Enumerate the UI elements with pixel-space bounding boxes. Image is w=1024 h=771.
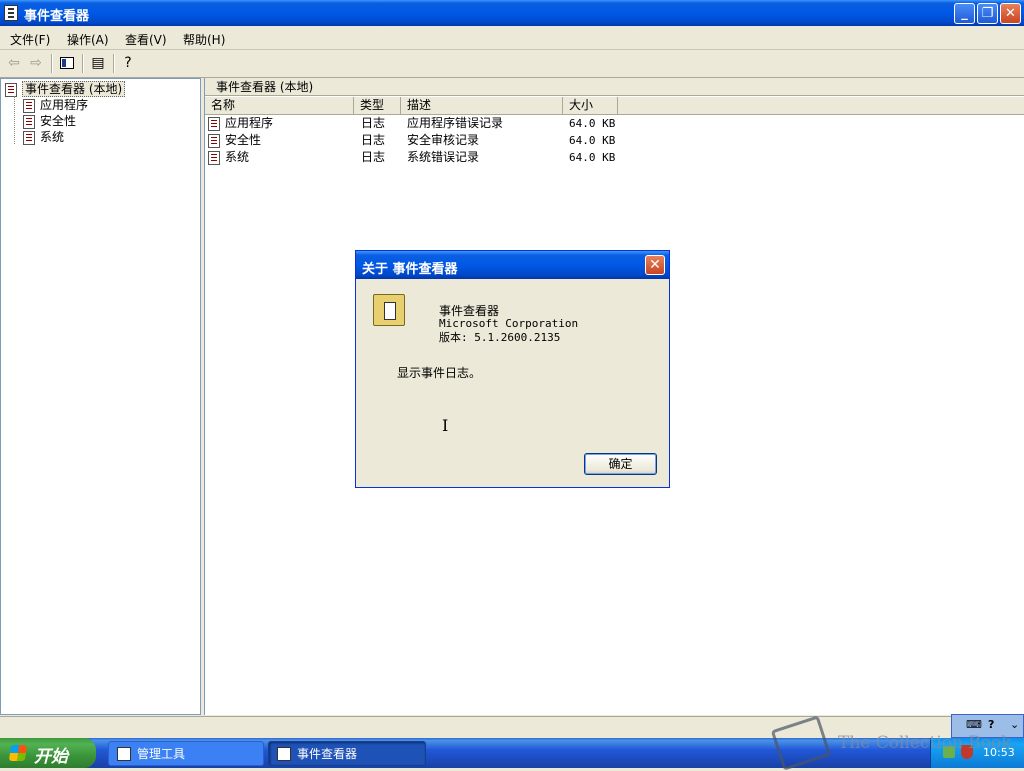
column-header-size[interactable]: 大小 [563, 97, 618, 114]
dialog-close-button[interactable]: ✕ [645, 255, 665, 275]
column-header-name[interactable]: 名称 [205, 97, 354, 114]
forward-arrow-icon[interactable]: ⇨ [26, 54, 46, 73]
show-hide-tree-icon[interactable] [57, 54, 77, 73]
toolbar-separator [82, 54, 84, 73]
row-name: 系统 [225, 150, 250, 164]
toolbar-separator [113, 54, 115, 73]
keyboard-icon[interactable]: ⌨ [966, 718, 982, 731]
task-label: 管理工具 [137, 747, 186, 761]
menu-file[interactable]: 文件(F) [10, 31, 50, 48]
task-label: 事件查看器 [297, 747, 358, 761]
row-type: 日志 [361, 133, 386, 147]
text-cursor-icon: I [442, 416, 449, 435]
row-type: 日志 [361, 150, 386, 164]
dialog-title: 关于 事件查看器 [362, 262, 458, 277]
row-description: 应用程序错误记录 [407, 116, 504, 130]
tree-item-application[interactable]: 应用程序 [23, 97, 88, 113]
log-icon [208, 133, 220, 148]
taskbar-item-event-viewer[interactable]: 事件查看器 [268, 741, 426, 766]
log-icon [23, 98, 35, 113]
column-header-type[interactable]: 类型 [354, 97, 401, 114]
row-size: 64.0 KB [569, 117, 616, 130]
row-size: 64.0 KB [569, 151, 616, 164]
windows-logo-icon [8, 745, 28, 761]
tree-root-event-viewer[interactable]: 事件查看器 (本地) [5, 81, 126, 97]
row-name: 安全性 [225, 133, 262, 147]
chevron-down-icon[interactable]: ⌄ [1010, 718, 1019, 731]
menu-bar: 文件(F) 操作(A) 查看(V) 帮助(H) [0, 27, 1024, 50]
about-dialog: 关于 事件查看器 ✕ 事件查看器 Microsoft Corporation 版… [355, 250, 670, 488]
log-icon [23, 114, 35, 129]
table-row[interactable]: 应用程序 日志 应用程序错误记录 64.0 KB [205, 115, 1024, 132]
dialog-description: 显示事件日志。 [397, 366, 482, 380]
dialog-title-bar[interactable]: 关于 事件查看器 ✕ [356, 251, 669, 279]
event-viewer-icon [4, 5, 18, 21]
computer-log-icon [5, 82, 17, 97]
tree-root-label: 事件查看器 (本地) [22, 81, 126, 97]
row-size: 64.0 KB [569, 134, 616, 147]
table-row[interactable]: 安全性 日志 安全审核记录 64.0 KB [205, 132, 1024, 149]
start-label: 开始 [34, 747, 68, 767]
dialog-body: 事件查看器 Microsoft Corporation 版本: 5.1.2600… [359, 279, 666, 484]
tree-connector [14, 96, 16, 144]
tree-item-label: 系统 [40, 130, 65, 144]
menu-action[interactable]: 操作(A) [67, 31, 109, 48]
column-header-description[interactable]: 描述 [401, 97, 563, 114]
help-icon[interactable]: ? [988, 718, 994, 731]
taskbar-item-admin-tools[interactable]: 管理工具 [108, 741, 264, 766]
log-icon [23, 130, 35, 145]
console-tree: 事件查看器 (本地) 应用程序 安全性 系统 [0, 78, 201, 715]
tree-item-label: 应用程序 [40, 98, 89, 112]
pane-header: 事件查看器 (本地) [205, 78, 1024, 96]
log-icon [208, 116, 220, 131]
restore-button[interactable]: ❐ [977, 3, 998, 24]
tree-item-security[interactable]: 安全性 [23, 113, 76, 129]
row-type: 日志 [361, 116, 386, 130]
tree-item-label: 安全性 [40, 114, 77, 128]
window-title: 事件查看器 [24, 9, 90, 24]
help-icon[interactable]: ? [118, 54, 138, 73]
row-description: 系统错误记录 [407, 150, 480, 164]
window-title-bar[interactable]: 事件查看器 _ ❐ ✕ [0, 0, 1024, 26]
event-viewer-app-icon [373, 294, 405, 326]
export-list-icon[interactable]: ▤ [88, 54, 108, 73]
minimize-button[interactable]: _ [954, 3, 975, 24]
dialog-version: 版本: 5.1.2600.2135 [439, 331, 561, 344]
start-button[interactable]: 开始 [0, 738, 96, 768]
close-button[interactable]: ✕ [1000, 3, 1021, 24]
watermark: The Collection Book [838, 733, 1012, 753]
table-row[interactable]: 系统 日志 系统错误记录 64.0 KB [205, 149, 1024, 166]
back-arrow-icon[interactable]: ⇦ [4, 54, 24, 73]
column-header-row: 名称 类型 描述 大小 [205, 97, 1024, 115]
toolbar-separator [51, 54, 53, 73]
admin-tools-icon [117, 747, 131, 761]
toolbar: ⇦ ⇨ ▤ ? [0, 49, 1024, 78]
menu-view[interactable]: 查看(V) [125, 31, 167, 48]
tree-item-system[interactable]: 系统 [23, 129, 64, 145]
menu-help[interactable]: 帮助(H) [183, 31, 225, 48]
ok-button[interactable]: 确定 [584, 453, 657, 475]
row-description: 安全审核记录 [407, 133, 480, 147]
row-name: 应用程序 [225, 116, 274, 130]
event-viewer-icon [277, 747, 291, 761]
log-icon [208, 150, 220, 165]
